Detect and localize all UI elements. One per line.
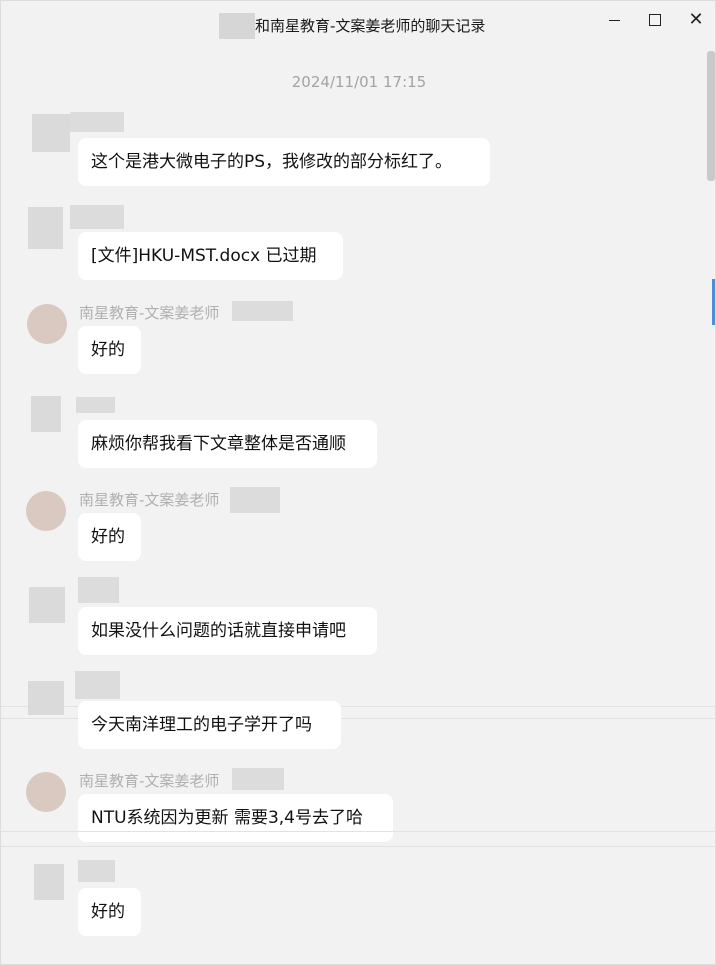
teacher-avatar[interactable] [27, 304, 67, 344]
file-message-bubble[interactable]: [文件]HKU-MST.docx 已过期 [78, 232, 343, 280]
divider [1, 846, 715, 847]
teacher-avatar[interactable] [26, 491, 66, 531]
title-bar[interactable]: 和南星教育-文案姜老师的聊天记录 ✕ [1, 1, 715, 49]
teacher-avatar[interactable] [26, 772, 66, 812]
redacted-username [230, 487, 280, 513]
redacted-username [70, 112, 124, 132]
close-button[interactable]: ✕ [679, 9, 713, 31]
maximize-button[interactable] [638, 9, 672, 31]
message-bubble[interactable]: 好的 [78, 888, 141, 936]
redacted-username [232, 301, 293, 321]
minimize-icon [608, 19, 620, 21]
scroll-accent-marker [712, 279, 715, 325]
scrollbar-thumb[interactable] [707, 51, 715, 181]
user-avatar[interactable] [34, 864, 64, 900]
message-bubble[interactable]: NTU系统因为更新 需要3,4号去了哈 [78, 794, 393, 842]
redacted-username [219, 13, 255, 39]
message-bubble[interactable]: 好的 [78, 513, 141, 561]
message-bubble[interactable]: 如果没什么问题的话就直接申请吧 [78, 607, 377, 655]
minimize-button[interactable] [597, 9, 631, 31]
user-avatar[interactable] [31, 396, 61, 432]
message-timestamp: 2024/11/01 17:15 [291, 73, 427, 91]
maximize-icon [649, 14, 661, 26]
sender-name: 南星教育-文案姜老师 [79, 491, 220, 509]
user-avatar[interactable] [32, 114, 70, 152]
sender-name: 南星教育-文案姜老师 [79, 304, 220, 322]
close-icon: ✕ [688, 9, 704, 30]
user-avatar[interactable] [29, 587, 65, 623]
message-bubble[interactable]: 麻烦你帮我看下文章整体是否通顺 [78, 420, 377, 468]
redacted-username [78, 860, 115, 882]
chat-history-window: 和南星教育-文案姜老师的聊天记录 ✕ 2024/11/01 17:15 这个是港… [0, 0, 716, 965]
message-bubble[interactable]: 好的 [78, 326, 141, 374]
redacted-username [76, 397, 115, 413]
redacted-username [232, 768, 284, 790]
sender-name: 南星教育-文案姜老师 [79, 772, 220, 790]
redacted-username [70, 205, 124, 229]
redacted-username [78, 577, 119, 603]
divider [1, 831, 715, 832]
message-bubble[interactable]: 这个是港大微电子的PS，我修改的部分标红了。 [78, 138, 490, 186]
message-bubble[interactable]: 今天南洋理工的电子学开了吗 [78, 701, 341, 749]
user-avatar[interactable] [28, 681, 64, 715]
redacted-username [75, 671, 120, 699]
window-title: 和南星教育-文案姜老师的聊天记录 [255, 17, 486, 35]
user-avatar[interactable] [28, 207, 63, 249]
